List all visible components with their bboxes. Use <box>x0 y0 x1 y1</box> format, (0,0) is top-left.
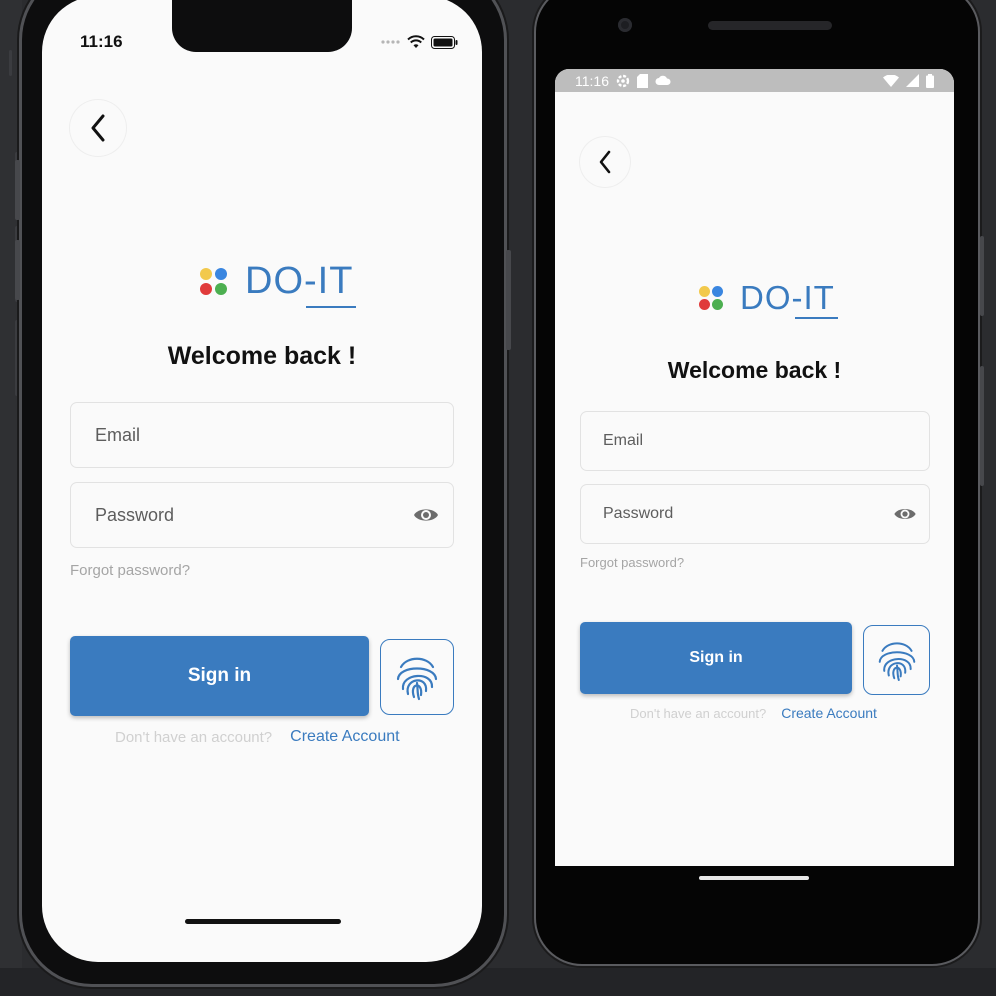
sign-in-button[interactable]: Sign in <box>580 622 852 694</box>
battery-icon <box>926 73 934 88</box>
earpiece-speaker <box>708 21 832 30</box>
settings-icon <box>616 74 630 87</box>
welcome-heading: Welcome back ! <box>667 357 842 383</box>
background-tick <box>15 320 21 396</box>
logo-dot <box>699 299 710 310</box>
welcome-heading: Welcome back ! <box>167 342 357 370</box>
status-icons <box>381 34 458 50</box>
logo-dots-icon <box>699 286 723 310</box>
email-field[interactable] <box>70 402 454 468</box>
back-button[interactable] <box>580 137 630 187</box>
logo-text: DO-IT <box>740 279 835 316</box>
logo-dot <box>699 286 710 297</box>
logo-dot <box>215 283 227 295</box>
fingerprint-button[interactable] <box>380 639 454 715</box>
status-time: 11:16 <box>575 72 609 89</box>
email-input[interactable] <box>601 431 852 451</box>
password-field[interactable] <box>580 484 930 544</box>
logo-dot <box>712 299 723 310</box>
password-input[interactable] <box>93 503 374 527</box>
chevron-left-icon <box>91 114 105 142</box>
logo-dot <box>215 268 227 280</box>
create-account-link[interactable]: Create Account <box>290 728 399 746</box>
logo-underline <box>306 306 356 308</box>
create-account-row: Don't have an account? Create Account <box>115 728 400 746</box>
cell-signal-icon <box>906 74 919 87</box>
desktop-background-edge <box>0 0 22 996</box>
wifi-icon <box>407 35 425 48</box>
app-logo: DO-IT <box>200 260 356 308</box>
android-status-bar: 11:16 <box>555 69 954 92</box>
email-input[interactable] <box>93 423 368 447</box>
status-time: 11:16 <box>80 32 123 51</box>
fingerprint-icon <box>396 657 438 701</box>
fingerprint-icon <box>878 642 915 681</box>
eye-icon[interactable] <box>893 506 917 522</box>
background-tick <box>9 50 12 76</box>
eye-icon[interactable] <box>413 506 439 524</box>
logo-text: DO-IT <box>245 260 354 302</box>
battery-icon <box>431 35 458 49</box>
create-account-row: Don't have an account? Create Account <box>630 705 877 721</box>
front-camera-icon <box>618 18 632 32</box>
android-side-button <box>980 236 984 316</box>
iphone-screen: 11:16 DO-IT Welcome back ! Email Forgot … <box>42 0 482 962</box>
cloud-icon <box>655 75 671 85</box>
iphone-side-button <box>15 240 20 300</box>
fingerprint-button[interactable] <box>863 625 930 695</box>
logo-underline <box>795 317 838 319</box>
logo-dots-icon <box>200 268 227 295</box>
sd-card-icon <box>637 73 648 88</box>
logo-dot <box>200 268 212 280</box>
iphone-side-button <box>15 160 20 220</box>
forgot-password-link[interactable]: Forgot password? <box>580 555 684 570</box>
no-account-text: Don't have an account? <box>115 728 273 746</box>
logo-dot <box>712 286 723 297</box>
app-logo: DO-IT <box>699 279 838 319</box>
back-button[interactable] <box>70 100 126 156</box>
home-indicator <box>185 919 341 924</box>
android-gesture-bar <box>699 876 809 880</box>
no-account-text: Don't have an account? <box>630 705 767 721</box>
create-account-link[interactable]: Create Account <box>781 705 877 721</box>
password-input[interactable] <box>601 504 858 524</box>
email-field[interactable] <box>580 411 930 471</box>
android-side-button <box>980 366 984 486</box>
iphone-side-button <box>506 250 511 350</box>
iphone-frame: 11:16 DO-IT Welcome back ! Email Forgot … <box>15 0 511 984</box>
password-field[interactable] <box>70 482 454 548</box>
forgot-password-link[interactable]: Forgot password? <box>70 562 190 579</box>
android-frame: 11:16 DO-IT Welcome back ! Email Forgot … <box>536 0 984 964</box>
sign-in-button[interactable]: Sign in <box>70 636 369 716</box>
signal-dots-icon <box>381 40 400 44</box>
iphone-notch <box>172 0 352 52</box>
android-screen: 11:16 DO-IT Welcome back ! Email Forgot … <box>555 69 954 866</box>
logo-dot <box>200 283 212 295</box>
chevron-left-icon <box>599 150 611 174</box>
wifi-icon <box>883 74 899 87</box>
